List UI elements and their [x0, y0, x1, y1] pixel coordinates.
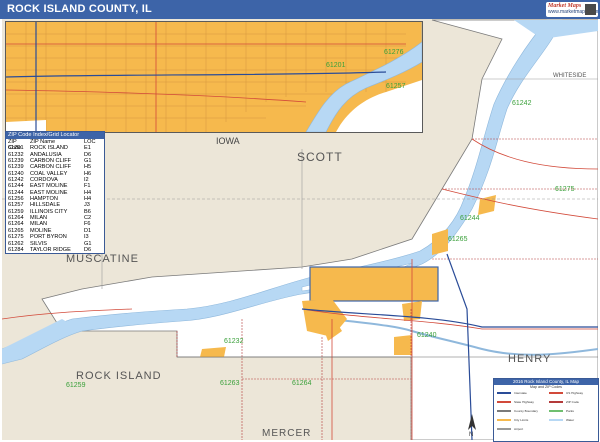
legend-label: Water [566, 418, 575, 422]
zip-label: 61265 [448, 236, 468, 243]
legend-swatch [497, 419, 511, 422]
legend-item: US Highway [549, 391, 583, 395]
inset-zip-label: 61257 [386, 83, 406, 90]
market-maps-logo: Market Maps www.marketmaps.com [546, 2, 598, 17]
map-legend: 2016 Rock Island County, IL Map Map and … [493, 378, 599, 442]
title-bar: ROCK ISLAND COUNTY, IL Market Maps www.m… [0, 0, 600, 19]
zip-label: 61232 [224, 338, 244, 345]
legend-label: Parks [566, 409, 574, 413]
zip-loc-cell: D6 [84, 246, 92, 253]
label-mercer: MERCER [262, 428, 311, 439]
zip-label: 61264 [292, 380, 312, 387]
legend-item: Interstate [497, 391, 527, 395]
zip-locator-header: ZIP Code Index/Grid Locator [6, 132, 104, 139]
inset-zip-label: 61201 [326, 62, 346, 69]
label-scott: SCOTT [297, 150, 343, 164]
legend-label: US Highway [566, 391, 584, 395]
map-title: ROCK ISLAND COUNTY, IL [7, 3, 152, 15]
label-henry: HENRY [508, 353, 551, 365]
legend-item: Parks [549, 409, 574, 413]
north-arrow-icon: N [465, 414, 479, 438]
zip-label: 61242 [512, 100, 532, 107]
logo-mark [585, 4, 596, 15]
legend-swatch [549, 410, 563, 413]
legend-swatch [497, 401, 511, 404]
zip-row: 61284 TAYLOR RIDGE D6 [6, 247, 104, 253]
label-whiteside: WHITESIDE [553, 73, 586, 79]
legend-swatch [549, 401, 563, 404]
inset-zip-label: 61276 [384, 49, 404, 56]
legend-label: Interstate [514, 391, 527, 395]
legend-label: Airport [514, 427, 524, 431]
svg-text:N: N [469, 432, 473, 436]
zip-label: 61244 [460, 215, 480, 222]
legend-item: ZIP Code [549, 400, 579, 404]
legend-item: Water [549, 418, 574, 422]
legend-swatch [497, 410, 511, 413]
river-lower [2, 319, 72, 364]
legend-label: City Limits [514, 418, 529, 422]
legend-label: County Boundary [514, 409, 538, 413]
inset-map[interactable]: 61276 61201 61257 [5, 21, 423, 133]
legend-swatch [497, 392, 511, 395]
legend-item: Airport [497, 427, 523, 431]
zip-label: 61240 [417, 332, 437, 339]
label-rock-island: ROCK ISLAND [76, 370, 162, 382]
zip-name-cell: TAYLOR RIDGE [30, 246, 71, 253]
legend-swatch [497, 428, 511, 431]
label-iowa: IOWA [216, 136, 240, 146]
legend-item: County Boundary [497, 409, 538, 413]
urban-moline [309, 266, 439, 302]
zip-locator-table: ZIP Code Index/Grid Locator ZIP Code ZIP… [5, 131, 105, 254]
legend-swatch [549, 419, 563, 422]
legend-item: State Highway [497, 400, 534, 404]
legend-label: ZIP Code [566, 400, 580, 404]
zip-locator-rows: 61201 ROCK ISLAND E1 61232 ANDALUSIA D6 61239 C… [6, 145, 104, 253]
legend-swatch [549, 392, 563, 395]
urban-coal-valley [394, 335, 412, 355]
label-muscatine: MUSCATINE [66, 253, 139, 265]
zip-label: 61275 [555, 186, 575, 193]
zip-label: 61259 [66, 382, 86, 389]
zip-label: 61263 [220, 380, 240, 387]
legend-subtitle: Map and ZIP Codes [530, 385, 562, 389]
zip-code-cell: 61284 [8, 246, 24, 253]
legend-item: City Limits [497, 418, 528, 422]
legend-label: State Highway [514, 400, 534, 404]
